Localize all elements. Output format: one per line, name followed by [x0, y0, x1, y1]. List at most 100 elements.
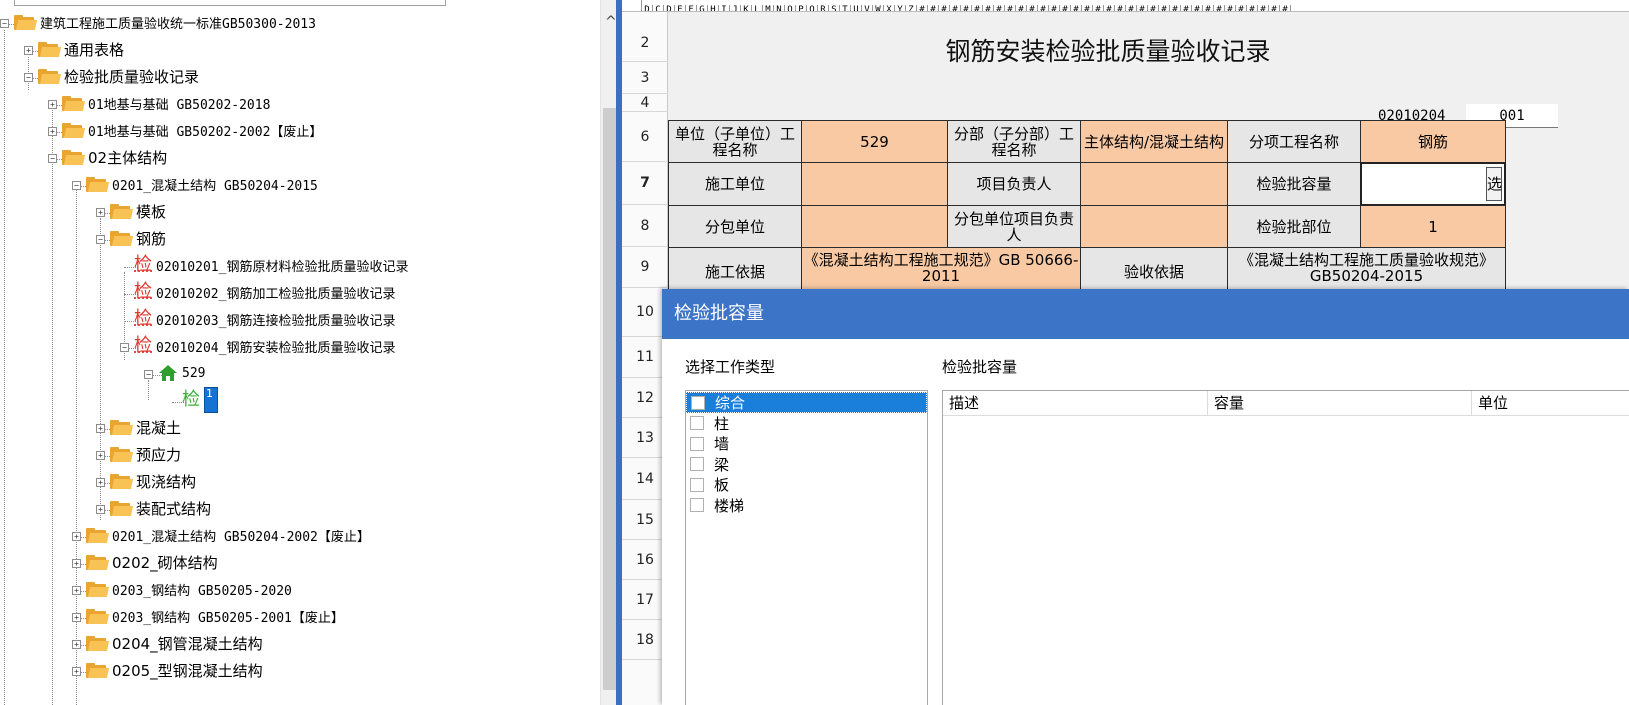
project-tree-panel[interactable]: − 建筑工程施工质量验收统一标准GB50300-2013 + 通用表格 − 检验批质量验收…: [0, 0, 622, 705]
tree-item[interactable]: 建筑工程施工质量验收统一标准GB50300-2013: [14, 9, 316, 35]
tree-item[interactable]: 装配式结构: [110, 495, 211, 521]
column-letter[interactable]: #: [1236, 5, 1247, 11]
collapse-toggle-icon[interactable]: −: [120, 343, 129, 352]
checkbox[interactable]: [690, 416, 704, 430]
column-letter[interactable]: O: [785, 5, 796, 11]
column-letter[interactable]: #: [1115, 5, 1126, 11]
sub-contractor-cell[interactable]: [801, 205, 948, 248]
column-letter[interactable]: C: [653, 5, 664, 11]
row-number[interactable]: 3: [622, 62, 668, 94]
column-letter[interactable]: #: [1258, 5, 1269, 11]
column-letter[interactable]: J: [730, 5, 741, 11]
expand-toggle-icon[interactable]: +: [72, 613, 81, 622]
column-letter[interactable]: #: [1049, 5, 1060, 11]
location-cell[interactable]: 1: [1360, 205, 1506, 248]
column-letter[interactable]: F: [686, 5, 697, 11]
item-cell[interactable]: 钢筋: [1360, 120, 1506, 163]
expand-toggle-icon[interactable]: +: [96, 478, 105, 487]
column-letter[interactable]: #: [939, 5, 950, 11]
column-letter[interactable]: #: [1214, 5, 1225, 11]
column-letter[interactable]: P: [796, 5, 807, 11]
column-letter[interactable]: Q: [807, 5, 818, 11]
work-type-item[interactable]: 板: [686, 474, 927, 495]
expand-toggle-icon[interactable]: +: [72, 559, 81, 568]
column-letter[interactable]: N: [774, 5, 785, 11]
column-letter[interactable]: #: [1071, 5, 1082, 11]
column-letter[interactable]: #: [917, 5, 928, 11]
column-letter[interactable]: U: [851, 5, 862, 11]
column-letter[interactable]: #: [950, 5, 961, 11]
expand-toggle-icon[interactable]: +: [72, 667, 81, 676]
column-letter[interactable]: #: [1016, 5, 1027, 11]
column-letter[interactable]: K: [741, 5, 752, 11]
column-letter[interactable]: #: [1005, 5, 1016, 11]
column-letter[interactable]: #: [928, 5, 939, 11]
row-number[interactable]: 8: [622, 205, 668, 247]
column-letter[interactable]: #: [1203, 5, 1214, 11]
column-letter[interactable]: G: [697, 5, 708, 11]
tree-item[interactable]: 检 02010203_钢筋连接检验批质量验收记录: [134, 306, 395, 332]
capacity-cell[interactable]: 选: [1360, 162, 1506, 206]
expand-toggle-icon[interactable]: +: [96, 424, 105, 433]
tree-item[interactable]: 0203_钢结构 GB50205-2001【废止】: [86, 603, 344, 629]
work-type-item[interactable]: 综合: [686, 392, 927, 413]
tree-item[interactable]: 0203_钢结构 GB50205-2020: [86, 576, 292, 602]
tree-item[interactable]: 02主体结构: [62, 144, 167, 170]
column-letter[interactable]: #: [1159, 5, 1170, 11]
column-letter[interactable]: R: [818, 5, 829, 11]
collapse-toggle-icon[interactable]: −: [144, 370, 153, 379]
column-letter[interactable]: #: [1181, 5, 1192, 11]
column-letter[interactable]: W: [873, 5, 884, 11]
column-letter[interactable]: M: [763, 5, 774, 11]
row-number[interactable]: 9: [622, 247, 668, 288]
row-number[interactable]: 4: [622, 94, 668, 112]
tree-item[interactable]: 检 02010201_钢筋原材料检验批质量验收记录: [134, 252, 408, 278]
row-number[interactable]: 6: [622, 112, 668, 162]
tree-item[interactable]: 现浇结构: [110, 468, 196, 494]
column-letter[interactable]: S: [829, 5, 840, 11]
column-letter[interactable]: #: [1192, 5, 1203, 11]
checkbox[interactable]: [691, 395, 705, 410]
division-cell[interactable]: 主体结构/混凝土结构: [1080, 120, 1228, 163]
dialog-title-bar[interactable]: 检验批容量: [662, 289, 1629, 339]
column-letter[interactable]: #: [994, 5, 1005, 11]
column-letter[interactable]: E: [675, 5, 686, 11]
column-letter[interactable]: #: [1280, 5, 1291, 11]
expand-toggle-icon[interactable]: +: [96, 505, 105, 514]
collapse-toggle-icon[interactable]: −: [96, 235, 105, 244]
column-letter[interactable]: #: [983, 5, 994, 11]
column-letter[interactable]: [622, 0, 642, 11]
capacity-dialog[interactable]: 检验批容量 选择工作类型 检验批容量 综合柱墙梁板楼梯 描述 容量 单位: [662, 289, 1629, 705]
column-letter[interactable]: X: [884, 5, 895, 11]
expand-toggle-icon[interactable]: +: [48, 127, 57, 136]
tree-item[interactable]: 钢筋: [110, 225, 166, 251]
column-letter[interactable]: #: [1104, 5, 1115, 11]
tree-item[interactable]: 0205_型钢混凝土结构: [86, 657, 263, 683]
tree-item[interactable]: 检 02010204_钢筋安装检验批质量验收记录: [134, 333, 395, 359]
tree-item[interactable]: 529: [158, 360, 205, 386]
unit-name-cell[interactable]: 529: [801, 120, 948, 163]
column-letter[interactable]: #: [1137, 5, 1148, 11]
expand-toggle-icon[interactable]: +: [96, 451, 105, 460]
work-type-item[interactable]: 梁: [686, 454, 927, 475]
column-letter[interactable]: #: [1247, 5, 1258, 11]
sub-manager-cell[interactable]: [1080, 205, 1228, 248]
tree-item[interactable]: 检验批质量验收记录: [38, 63, 199, 89]
column-letter[interactable]: #: [1225, 5, 1236, 11]
column-header-description[interactable]: 描述: [943, 391, 1208, 416]
tree-item[interactable]: 0201_混凝土结构 GB50204-2015: [86, 171, 318, 197]
column-letter[interactable]: #: [1148, 5, 1159, 11]
column-letter[interactable]: #: [1027, 5, 1038, 11]
column-letter[interactable]: I: [719, 5, 730, 11]
tree-item[interactable]: 检1: [182, 387, 218, 413]
row-number[interactable]: 7: [622, 162, 668, 205]
checkbox[interactable]: [690, 498, 704, 512]
column-letter[interactable]: T: [840, 5, 851, 11]
collapse-toggle-icon[interactable]: −: [72, 181, 81, 190]
work-type-item[interactable]: 楼梯: [686, 495, 927, 516]
column-letter[interactable]: #: [1170, 5, 1181, 11]
expand-toggle-icon[interactable]: +: [48, 100, 57, 109]
column-letter[interactable]: #: [1038, 5, 1049, 11]
tree-filter-input[interactable]: [14, 0, 446, 6]
contractor-cell[interactable]: [801, 162, 948, 206]
